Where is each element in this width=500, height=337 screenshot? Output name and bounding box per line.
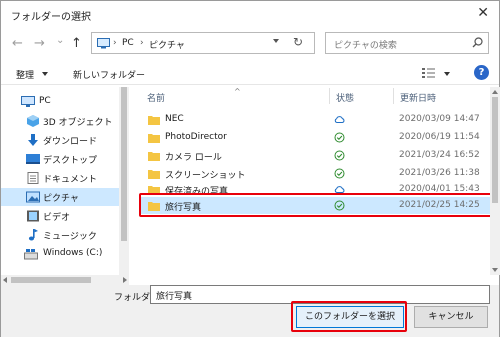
- folder-picker-dialog: フォルダーの選択 ✕ ← → ⌄ ↑ › PC › ピクチャ ↻ ピクチャの検索…: [0, 0, 500, 337]
- synced-check-icon: [334, 168, 345, 179]
- pictures-icon: [26, 191, 40, 203]
- column-divider[interactable]: [329, 88, 330, 104]
- column-header-name[interactable]: 名前: [147, 91, 165, 104]
- pc-icon: [97, 38, 110, 49]
- list-item[interactable]: カメラ ロール 2021/03/24 16:52: [140, 147, 497, 165]
- desktop-icon: [26, 154, 40, 164]
- documents-icon: [27, 172, 39, 184]
- synced-check-icon: [334, 150, 345, 161]
- sidebar-item-downloads[interactable]: ダウンロード: [1, 131, 128, 149]
- selection-highlight-annotation: [139, 193, 498, 217]
- folder-icon: [148, 116, 160, 125]
- left-pane-horizontal-scrollbar[interactable]: [1, 275, 129, 285]
- download-icon: [28, 134, 38, 146]
- folder-name-value: 旅行写真: [156, 292, 193, 302]
- organize-button[interactable]: 整理: [16, 68, 34, 81]
- scroll-left-icon[interactable]: [3, 277, 7, 283]
- cancel-button[interactable]: キャンセル: [414, 306, 488, 328]
- toolbar-divider: [1, 84, 499, 85]
- sidebar-item-label: Windows (C:): [43, 248, 103, 258]
- sidebar-item-label: ピクチャ: [43, 194, 79, 204]
- sidebar-item-desktop[interactable]: デスクトップ: [1, 150, 128, 168]
- up-button[interactable]: ↑: [71, 37, 82, 51]
- chevron-down-icon[interactable]: [273, 39, 279, 43]
- sidebar-item-pc[interactable]: PC: [1, 93, 128, 111]
- title-bar: フォルダーの選択 ✕: [1, 1, 499, 27]
- address-bar[interactable]: › PC › ピクチャ: [91, 32, 315, 54]
- file-date: 2021/03/26 11:38: [399, 168, 480, 178]
- folder-icon: [148, 134, 160, 143]
- sidebar-item-label: ドキュメント: [43, 175, 98, 185]
- scrollbar-thumb[interactable]: [11, 277, 91, 283]
- drive-icon: [24, 249, 38, 260]
- sidebar-item-label: デスクトップ: [43, 156, 98, 166]
- sidebar-item-label: ビデオ: [43, 213, 71, 223]
- file-date: 2020/06/19 11:54: [399, 132, 480, 142]
- column-divider[interactable]: [393, 88, 394, 104]
- file-date: 2021/03/24 16:52: [399, 150, 480, 160]
- sidebar-item-label: ミュージック: [43, 232, 97, 242]
- sidebar-item-windows-drive[interactable]: Windows (C:): [1, 245, 128, 263]
- list-item[interactable]: PhotoDirector 2020/06/19 11:54: [140, 129, 497, 147]
- sidebar-item-music[interactable]: ミュージック: [1, 226, 128, 244]
- sidebar-item-videos[interactable]: ビデオ: [1, 207, 128, 225]
- search-input[interactable]: ピクチャの検索: [325, 32, 489, 54]
- breadcrumb-pc[interactable]: PC: [122, 38, 134, 48]
- chevron-down-icon[interactable]: [42, 72, 48, 76]
- breadcrumb-separator: ›: [140, 38, 144, 48]
- close-icon[interactable]: ✕: [477, 5, 489, 21]
- file-name: スクリーンショット: [165, 171, 246, 181]
- navigation-pane: PC 3D オブジェクト ダウンロード デスクトップ ドキュメント ピクチャ ビ…: [1, 87, 128, 275]
- file-name: NEC: [165, 114, 184, 124]
- view-options-icon[interactable]: [422, 67, 436, 79]
- column-header-date[interactable]: 更新日時: [400, 91, 436, 104]
- recent-locations-button[interactable]: ⌄: [56, 34, 64, 48]
- 3d-objects-icon: [27, 115, 39, 127]
- column-header-status[interactable]: 状態: [336, 91, 354, 104]
- chevron-down-icon[interactable]: [444, 72, 450, 76]
- scroll-right-icon[interactable]: [123, 277, 127, 283]
- sidebar-item-pictures[interactable]: ピクチャ: [1, 188, 128, 206]
- refresh-button[interactable]: ↻: [293, 35, 303, 49]
- back-button[interactable]: ←: [12, 37, 23, 51]
- scroll-up-icon[interactable]: [492, 90, 498, 94]
- list-item[interactable]: NEC 2020/03/09 14:47: [140, 111, 497, 129]
- folder-icon: [148, 152, 160, 161]
- forward-button[interactable]: →: [34, 37, 45, 51]
- music-icon: [28, 229, 38, 241]
- sidebar-item-label: PC: [39, 96, 51, 106]
- breadcrumb-pictures[interactable]: ピクチャ: [149, 38, 185, 51]
- scroll-down-icon[interactable]: [492, 268, 498, 272]
- help-icon[interactable]: ?: [474, 65, 489, 80]
- folder-icon: [148, 170, 160, 179]
- dialog-title: フォルダーの選択: [11, 12, 91, 23]
- synced-check-icon: [334, 132, 345, 143]
- content-scrollbar[interactable]: [490, 87, 500, 275]
- video-icon: [27, 210, 39, 222]
- sort-ascending-icon: ^: [234, 87, 241, 96]
- sidebar-item-3d-objects[interactable]: 3D オブジェクト: [1, 112, 128, 130]
- file-name: カメラ ロール: [165, 153, 222, 163]
- breadcrumb-separator: ›: [113, 38, 117, 48]
- sidebar-item-label: ダウンロード: [43, 137, 98, 147]
- search-icon: [472, 37, 483, 48]
- sidebar-item-label: 3D オブジェクト: [43, 118, 113, 128]
- scrollbar-thumb[interactable]: [492, 97, 498, 203]
- cloud-icon: [334, 116, 345, 123]
- pc-icon: [21, 96, 35, 107]
- left-pane-scrollbar[interactable]: [119, 87, 129, 275]
- button-highlight-annotation: [291, 301, 407, 332]
- scrollbar-thumb[interactable]: [121, 87, 127, 241]
- sidebar-item-documents[interactable]: ドキュメント: [1, 169, 128, 187]
- file-date: 2020/03/09 14:47: [399, 114, 480, 124]
- file-name: PhotoDirector: [165, 132, 227, 142]
- search-placeholder: ピクチャの検索: [334, 41, 397, 51]
- new-folder-button[interactable]: 新しいフォルダー: [73, 68, 145, 81]
